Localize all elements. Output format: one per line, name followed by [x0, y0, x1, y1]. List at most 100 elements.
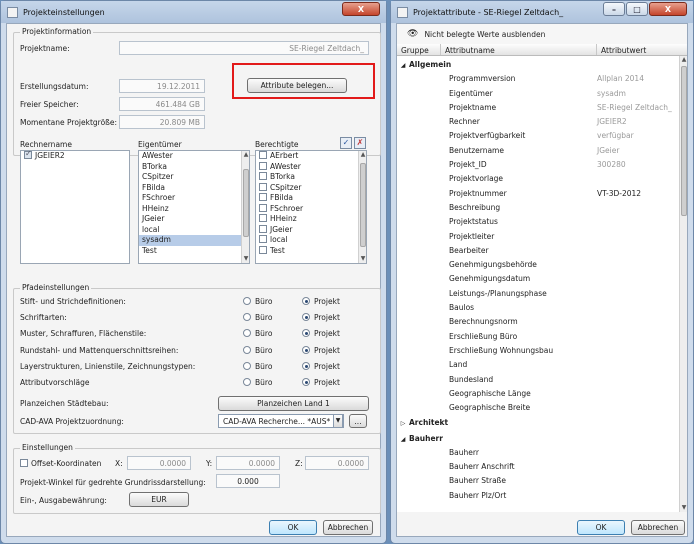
- checkbox[interactable]: [259, 172, 267, 180]
- radio-icon[interactable]: [243, 297, 251, 305]
- list-item[interactable]: JGEIER2: [21, 151, 129, 162]
- eigentuemer-list[interactable]: AWester BTorka CSpitzer FBilda FSchroer HHein…: [138, 150, 250, 264]
- attribute-row[interactable]: Eigentümer sysadm: [397, 87, 626, 101]
- checkbox[interactable]: [259, 245, 267, 254]
- scroll-down-icon[interactable]: ▼: [242, 255, 249, 263]
- checkbox[interactable]: [259, 224, 267, 233]
- radio-buero[interactable]: Büro: [243, 378, 272, 387]
- hide-empty-toggle[interactable]: Nicht belegte Werte ausblenden: [424, 30, 545, 39]
- attribute-row[interactable]: Bearbeiter: [397, 244, 597, 258]
- cad-ava-dropdown[interactable]: CAD-AVA Recherche... *AUS*: [218, 414, 344, 428]
- attribute-row[interactable]: Bauherr Plz/Ort: [397, 489, 597, 503]
- radio-buero[interactable]: Büro: [243, 297, 272, 306]
- planzeichen-button[interactable]: Planzeichen Land 1: [218, 396, 369, 411]
- attribute-row[interactable]: Projekt_ID 300280: [397, 158, 626, 172]
- attribute-row[interactable]: Bauherr: [397, 446, 597, 460]
- expand-icon[interactable]: ▷: [397, 417, 409, 431]
- attribute-value[interactable]: Allplan 2014: [597, 72, 644, 86]
- offset-y-field[interactable]: 0.0000: [216, 456, 280, 470]
- attribute-row[interactable]: Beschreibung: [397, 201, 597, 215]
- column-header-attributwert[interactable]: Attributwert: [597, 44, 687, 55]
- list-item[interactable]: BTorka: [256, 172, 366, 183]
- checkbox[interactable]: [259, 161, 267, 170]
- radio-icon[interactable]: [243, 313, 251, 322]
- radio-icon[interactable]: [302, 345, 310, 354]
- cancel-button[interactable]: Abbrechen: [323, 520, 373, 535]
- attribute-value[interactable]: verfügbar: [597, 129, 634, 143]
- radio-icon[interactable]: [302, 329, 310, 338]
- minimize-icon[interactable]: –: [603, 2, 625, 16]
- list-item[interactable]: FBilda: [256, 193, 366, 204]
- attribute-row[interactable]: Leistungs-/Planungsphase: [397, 287, 597, 301]
- attribute-row[interactable]: Programmversion Allplan 2014: [397, 72, 644, 86]
- attribute-row[interactable]: Projektleiter: [397, 230, 597, 244]
- projektname-field[interactable]: SE-Riegel Zeltdach_: [119, 41, 369, 55]
- category-row[interactable]: ◢ Bauherr: [397, 432, 679, 446]
- checkbox[interactable]: [24, 151, 32, 160]
- close-icon[interactable]: X: [649, 2, 687, 16]
- checkbox[interactable]: [259, 214, 267, 222]
- attribute-row[interactable]: Geographische Breite: [397, 401, 597, 415]
- attribute-scrollbar[interactable]: ▲ ▼: [679, 56, 687, 512]
- scroll-up-icon[interactable]: ▲: [359, 151, 366, 159]
- list-item[interactable]: local: [139, 225, 249, 236]
- attribute-row[interactable]: Genehmigungsbehörde: [397, 258, 597, 272]
- checkbox[interactable]: [259, 151, 267, 159]
- scroll-up-icon[interactable]: ▲: [680, 56, 687, 64]
- rechnername-list[interactable]: JGEIER2: [20, 150, 130, 264]
- eigentuemer-scrollbar[interactable]: ▲ ▼: [241, 151, 249, 263]
- berechtigte-scrollbar[interactable]: ▲ ▼: [358, 151, 366, 263]
- list-item[interactable]: CSpitzer: [256, 182, 366, 194]
- attribute-row[interactable]: Bauherr Anschrift: [397, 460, 597, 474]
- scroll-up-icon[interactable]: ▲: [242, 151, 249, 159]
- offset-checkbox-box[interactable]: [20, 459, 28, 467]
- radio-projekt[interactable]: Projekt: [302, 313, 340, 322]
- attribute-row[interactable]: Bauherr Straße: [397, 474, 597, 488]
- list-item[interactable]: BTorka: [139, 162, 249, 173]
- radio-buero[interactable]: Büro: [243, 329, 272, 338]
- attribute-row[interactable]: Benutzername JGeier: [397, 144, 619, 158]
- maximize-icon[interactable]: □: [626, 2, 648, 16]
- scroll-thumb[interactable]: [681, 66, 687, 216]
- deselect-all-icon[interactable]: ✗: [354, 137, 366, 149]
- offset-checkbox[interactable]: Offset-Koordinaten: [20, 459, 101, 468]
- list-item[interactable]: sysadm: [139, 235, 249, 246]
- scroll-down-icon[interactable]: ▼: [359, 255, 366, 263]
- category-row[interactable]: ▷ Architekt: [397, 416, 679, 430]
- attribute-row[interactable]: Erschließung Büro: [397, 330, 597, 344]
- radio-projekt[interactable]: Projekt: [302, 345, 340, 355]
- scroll-down-icon[interactable]: ▼: [680, 504, 687, 512]
- collapse-icon[interactable]: ◢: [397, 59, 409, 73]
- column-header-gruppe[interactable]: Gruppe: [397, 44, 441, 55]
- radio-icon[interactable]: [302, 313, 310, 322]
- berechtigte-list[interactable]: AErbert AWester BTorka CSpitzer FBilda FSchro…: [255, 150, 367, 264]
- collapse-icon[interactable]: ◢: [397, 433, 409, 447]
- attribute-row[interactable]: Land: [397, 358, 597, 372]
- list-item[interactable]: HHeinz: [139, 204, 249, 215]
- list-item[interactable]: AErbert: [256, 151, 366, 162]
- waehrung-button[interactable]: EUR: [129, 492, 189, 507]
- list-item[interactable]: FSchroer: [256, 203, 366, 215]
- attribute-row[interactable]: Baulos: [397, 301, 597, 315]
- checkbox[interactable]: [259, 203, 267, 212]
- attribute-value[interactable]: 300280: [597, 158, 626, 172]
- list-item[interactable]: Test: [139, 246, 249, 257]
- list-item[interactable]: AWester: [139, 151, 249, 162]
- cad-ava-more-button[interactable]: ...: [349, 414, 367, 428]
- scroll-thumb[interactable]: [360, 163, 366, 247]
- right-titlebar[interactable]: Projektattribute - SE-Riegel Zeltdach_ –…: [391, 1, 693, 23]
- attribute-row[interactable]: Projektname SE-Riegel Zeltdach_: [397, 101, 672, 115]
- radio-projekt[interactable]: Projekt: [302, 329, 340, 338]
- checkbox[interactable]: [259, 193, 267, 201]
- ok-button[interactable]: OK: [269, 520, 317, 535]
- ok-button[interactable]: OK: [577, 520, 625, 535]
- radio-icon[interactable]: [302, 378, 310, 386]
- attribute-row[interactable]: Genehmigungsdatum: [397, 272, 597, 286]
- list-item[interactable]: FSchroer: [139, 193, 249, 204]
- attribute-value[interactable]: JGEIER2: [597, 115, 627, 129]
- list-item[interactable]: JGeier: [256, 224, 366, 236]
- radio-projekt[interactable]: Projekt: [302, 297, 340, 306]
- chevron-down-icon[interactable]: ▼: [333, 414, 343, 428]
- radio-projekt[interactable]: Projekt: [302, 378, 340, 387]
- checkbox[interactable]: [259, 235, 267, 243]
